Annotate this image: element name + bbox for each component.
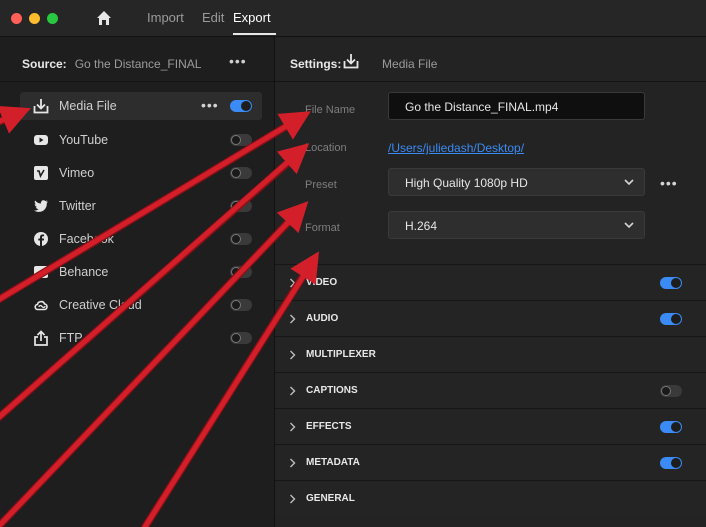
divider	[0, 81, 274, 82]
format-label: Format	[305, 222, 340, 234]
facebook-toggle[interactable]	[230, 233, 252, 245]
twitter-toggle[interactable]	[230, 200, 252, 212]
destination-more-button[interactable]: •••	[201, 97, 219, 113]
section-label: AUDIO	[306, 313, 339, 324]
youtube-toggle[interactable]	[230, 134, 252, 146]
destination-creative-cloud[interactable]: Creative Cloud	[20, 291, 262, 319]
chevron-right-icon	[290, 314, 296, 324]
download-icon	[33, 99, 49, 114]
destination-vimeo[interactable]: Vimeo	[20, 159, 262, 187]
destination-behance[interactable]: Behance	[20, 258, 262, 286]
settings-panel: Settings: Media File File Name Go the Di…	[275, 37, 706, 527]
section-multiplexer[interactable]: MULTIPLEXER	[275, 336, 706, 373]
behance-icon	[34, 266, 48, 278]
creative-cloud-icon	[34, 300, 48, 311]
active-tab-indicator	[233, 33, 276, 35]
destinations-panel: Source: Go the Distance_FINAL ••• Media F…	[0, 37, 275, 527]
destination-label: YouTube	[59, 133, 109, 147]
tab-edit[interactable]: Edit	[202, 10, 224, 25]
section-audio[interactable]: AUDIO	[275, 300, 706, 337]
section-label: MULTIPLEXER	[306, 349, 376, 360]
destination-label: FTP	[59, 331, 83, 345]
file-name-label: File Name	[305, 104, 356, 116]
twitter-icon	[34, 200, 48, 212]
section-label: EFFECTS	[306, 421, 352, 432]
preset-select[interactable]: High Quality 1080p HD	[388, 168, 645, 196]
ftp-toggle[interactable]	[230, 332, 252, 344]
metadata-toggle[interactable]	[660, 457, 682, 469]
chevron-right-icon	[290, 494, 296, 504]
file-name-input[interactable]: Go the Distance_FINAL.mp4	[388, 92, 645, 120]
destination-ftp[interactable]: FTP	[20, 324, 262, 352]
vimeo-toggle[interactable]	[230, 167, 252, 179]
chevron-right-icon	[290, 278, 296, 288]
tab-import[interactable]: Import	[147, 10, 184, 25]
destination-youtube[interactable]: YouTube	[20, 126, 262, 154]
creative-cloud-toggle[interactable]	[230, 299, 252, 311]
section-label: VIDEO	[306, 277, 338, 288]
upload-icon	[34, 330, 48, 346]
section-video[interactable]: VIDEO	[275, 264, 706, 301]
vimeo-icon	[34, 166, 48, 180]
destination-facebook[interactable]: Facebook	[20, 225, 262, 253]
youtube-icon	[34, 135, 48, 145]
settings-value: Media File	[382, 57, 438, 71]
divider	[275, 81, 706, 82]
behance-toggle[interactable]	[230, 266, 252, 278]
section-metadata[interactable]: METADATA	[275, 444, 706, 481]
video-toggle[interactable]	[660, 277, 682, 289]
destination-label: Facebook	[59, 232, 114, 246]
chevron-right-icon	[290, 422, 296, 432]
preset-value: High Quality 1080p HD	[405, 176, 528, 190]
chevron-right-icon	[290, 386, 296, 396]
preset-label: Preset	[305, 179, 337, 191]
chevron-down-icon	[624, 222, 634, 229]
close-window-button[interactable]	[11, 13, 22, 24]
location-link[interactable]: /Users/juliedash/Desktop/	[388, 141, 524, 155]
location-label: Location	[305, 142, 347, 154]
destination-media-file[interactable]: Media File •••	[20, 92, 262, 120]
tab-export[interactable]: Export	[233, 10, 271, 25]
destination-label: Behance	[59, 265, 109, 279]
captions-toggle[interactable]	[660, 385, 682, 397]
chevron-down-icon	[624, 179, 634, 186]
download-icon	[343, 54, 359, 69]
minimize-window-button[interactable]	[29, 13, 40, 24]
destination-label: Creative Cloud	[59, 298, 142, 312]
audio-toggle[interactable]	[660, 313, 682, 325]
section-label: CAPTIONS	[306, 385, 358, 396]
home-icon[interactable]	[96, 10, 112, 26]
zoom-window-button[interactable]	[47, 13, 58, 24]
media-file-toggle[interactable]	[230, 100, 252, 112]
source-label: Source:	[22, 57, 67, 71]
source-header: Source: Go the Distance_FINAL	[22, 57, 201, 71]
chevron-right-icon	[290, 458, 296, 468]
source-more-button[interactable]: •••	[229, 53, 247, 69]
destination-label: Twitter	[59, 199, 96, 213]
section-label: GENERAL	[306, 493, 355, 504]
effects-toggle[interactable]	[660, 421, 682, 433]
facebook-icon	[34, 232, 48, 246]
section-effects[interactable]: EFFECTS	[275, 408, 706, 445]
destination-label: Vimeo	[59, 166, 95, 180]
destination-label: Media File	[59, 99, 117, 113]
destination-twitter[interactable]: Twitter	[20, 192, 262, 220]
settings-label: Settings:	[290, 57, 342, 71]
format-select[interactable]: H.264	[388, 211, 645, 239]
preset-more-button[interactable]: •••	[660, 175, 678, 191]
format-value: H.264	[405, 219, 438, 233]
section-label: METADATA	[306, 457, 360, 468]
settings-header: Settings: Media File	[290, 57, 437, 71]
source-value: Go the Distance_FINAL	[74, 57, 202, 71]
section-captions[interactable]: CAPTIONS	[275, 372, 706, 409]
chevron-right-icon	[290, 350, 296, 360]
section-general[interactable]: GENERAL	[275, 480, 706, 517]
top-bar: Import Edit Export	[0, 0, 706, 37]
